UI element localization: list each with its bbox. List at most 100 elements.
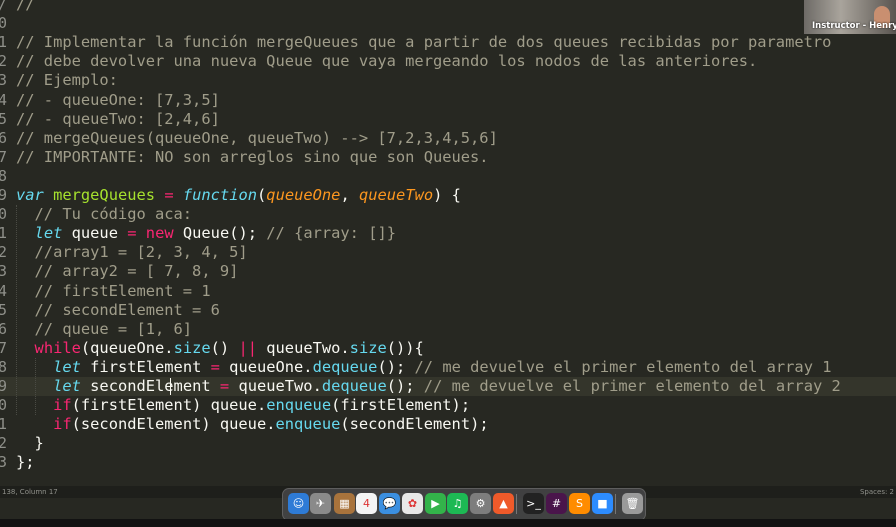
- code-line[interactable]: }: [16, 434, 44, 453]
- launchpad-icon[interactable]: ✈: [310, 493, 331, 514]
- line-number: 7: [0, 147, 8, 166]
- code-token: // IMPORTANTE: NO son arreglos sino que …: [16, 147, 489, 166]
- trash-icon[interactable]: 🗑: [622, 493, 643, 514]
- code-token: // Tu código aca:: [16, 205, 193, 224]
- code-token: Queue();: [173, 224, 267, 243]
- code-token: //array1 = [2, 3, 4, 5]: [16, 243, 248, 262]
- line-number: 1: [0, 224, 8, 243]
- line-number: 5: [0, 109, 8, 128]
- code-token: // {array: []}: [266, 224, 397, 243]
- code-token: ();: [386, 377, 424, 395]
- code-token: =: [164, 186, 174, 204]
- code-token: new: [145, 224, 174, 243]
- brave-icon[interactable]: ▲: [493, 493, 514, 514]
- code-token: ||: [238, 338, 257, 357]
- code-line[interactable]: // debe devolver una nueva Queue que vay…: [16, 52, 757, 71]
- code-token: (queueOne.: [80, 338, 174, 357]
- code-line[interactable]: let queue = new Queue(); // {array: []}: [16, 224, 396, 243]
- cursor-position[interactable]: 138, Column 17: [2, 486, 58, 498]
- line-number: 3: [0, 71, 8, 90]
- line-number: 3: [0, 453, 8, 472]
- line-number: 8: [0, 166, 8, 185]
- code-token: // me devuelve el primer elemento del ar…: [414, 357, 832, 376]
- code-token: =: [219, 377, 230, 395]
- code-token: dequeue: [321, 377, 387, 395]
- code-line[interactable]: //: [16, 0, 35, 14]
- code-token: ) {: [433, 186, 461, 204]
- terminal-icon[interactable]: >_: [523, 493, 544, 514]
- code-token: // - queueTwo: [2,4,6]: [16, 109, 220, 128]
- code-token: secondElement: [80, 377, 220, 395]
- code-line[interactable]: // Tu código aca:: [16, 205, 193, 224]
- indentation-setting[interactable]: Spaces: 2: [860, 486, 894, 498]
- code-line[interactable]: if(firstElement) queue.enqueue(firstElem…: [16, 396, 470, 415]
- code-line[interactable]: // secondElement = 6: [16, 301, 220, 320]
- system-preferences-icon[interactable]: ⚙: [470, 493, 491, 514]
- messages-icon[interactable]: 💬: [379, 493, 400, 514]
- line-number: 6: [0, 128, 8, 147]
- line-number: 2: [0, 243, 8, 262]
- code-line[interactable]: // firstElement = 1: [16, 282, 211, 301]
- code-token: };: [16, 453, 35, 472]
- code-line[interactable]: var mergeQueues = function(queueOne, que…: [16, 186, 461, 205]
- sublime-text-icon[interactable]: S: [569, 493, 590, 514]
- code-token: let: [34, 224, 63, 243]
- code-token: //: [16, 0, 35, 13]
- line-number: /: [0, 0, 10, 13]
- code-line[interactable]: let secondElement = queueTwo.dequeue(); …: [16, 377, 841, 396]
- code-line[interactable]: // - queueTwo: [2,4,6]: [16, 110, 220, 129]
- code-token: // queue = [1, 6]: [16, 319, 193, 338]
- photos-icon[interactable]: ✿: [402, 493, 423, 514]
- line-number: 3: [0, 262, 8, 281]
- code-token: enqueue: [266, 396, 332, 415]
- notes-app-icon[interactable]: ▦: [334, 493, 355, 514]
- line-number: 8: [0, 357, 8, 376]
- code-line[interactable]: // IMPORTANTE: NO son arreglos sino que …: [16, 148, 489, 167]
- code-line[interactable]: };: [16, 453, 35, 472]
- code-token: // Implementar la función mergeQueues qu…: [16, 33, 832, 52]
- code-token: queueOne.: [219, 357, 313, 376]
- webcam-overlay: Instructor - Henry: [804, 0, 896, 34]
- code-line[interactable]: //array1 = [2, 3, 4, 5]: [16, 243, 248, 262]
- code-line[interactable]: // queue = [1, 6]: [16, 319, 193, 339]
- code-token: function: [182, 186, 258, 204]
- code-line[interactable]: // Implementar la función mergeQueues qu…: [16, 33, 831, 52]
- code-token: (secondElement) queue.: [71, 415, 276, 434]
- code-token: (secondElement);: [340, 415, 489, 434]
- code-token: // me devuelve el primer elemento del ar…: [423, 377, 841, 395]
- code-line[interactable]: let firstElement = queueOne.dequeue(); /…: [16, 357, 832, 377]
- code-token: let: [53, 377, 81, 395]
- dock-separator: [615, 494, 616, 514]
- code-line[interactable]: // mergeQueues(queueOne, queueTwo) --> […: [16, 129, 498, 148]
- code-token: // mergeQueues(queueOne, queueTwo) --> […: [16, 128, 498, 147]
- code-line[interactable]: // - queueOne: [7,3,5]: [16, 91, 220, 110]
- code-token: (: [257, 186, 267, 204]
- code-line[interactable]: while(queueOne.size() || queueTwo.size()…: [16, 339, 424, 358]
- facetime-icon[interactable]: ▶: [425, 493, 446, 514]
- code-token: // debe devolver una nueva Queue que vay…: [16, 52, 758, 71]
- line-number: 0: [0, 14, 8, 33]
- finder-icon[interactable]: ☺: [288, 493, 309, 514]
- calendar-icon[interactable]: 4: [356, 493, 377, 514]
- zoom-icon[interactable]: ■: [592, 493, 613, 514]
- code-token: firstElement: [80, 357, 211, 376]
- code-line[interactable]: if(secondElement) queue.enqueue(secondEl…: [16, 415, 489, 434]
- line-number: 6: [0, 319, 8, 338]
- code-token: // Ejemplo:: [16, 71, 118, 90]
- line-number: 1: [0, 415, 8, 434]
- line-number: 7: [0, 338, 8, 357]
- code-token: // array2 = [ 7, 8, 9]: [16, 262, 239, 281]
- slack-icon[interactable]: #: [546, 493, 567, 514]
- code-line[interactable]: // array2 = [ 7, 8, 9]: [16, 262, 239, 281]
- code-token: =: [210, 357, 220, 376]
- code-editor[interactable]: /012345678901234567890123 //// Implement…: [0, 0, 896, 486]
- code-token: let: [53, 357, 81, 376]
- code-token: queueOne: [266, 186, 341, 204]
- spotify-icon[interactable]: ♫: [447, 493, 468, 514]
- code-line[interactable]: // Ejemplo:: [16, 71, 118, 90]
